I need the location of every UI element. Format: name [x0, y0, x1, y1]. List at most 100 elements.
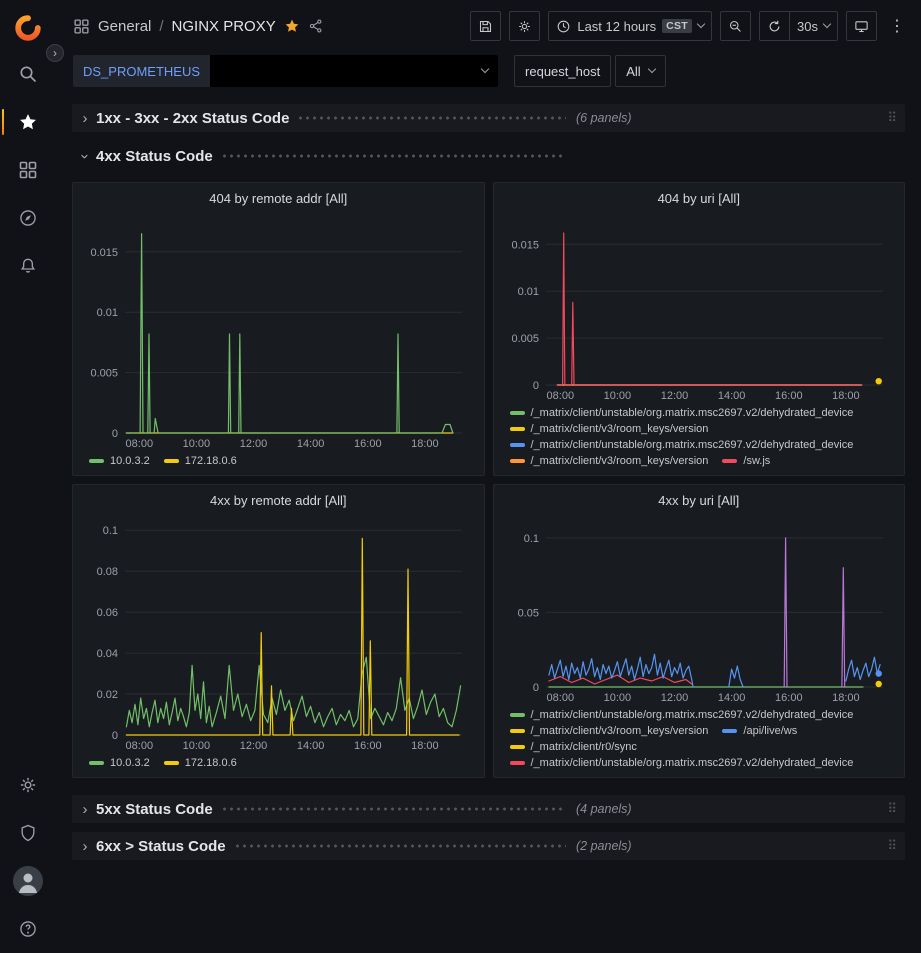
legend-item[interactable]: 172.18.0.6	[164, 757, 237, 769]
sidebar-item-configuration[interactable]	[0, 761, 55, 809]
legend-item[interactable]: 10.0.3.2	[89, 757, 150, 769]
time-series-chart[interactable]: 00.0050.010.01508:0010:0012:0014:0016:00…	[81, 210, 476, 451]
legend-item[interactable]: /_matrix/client/unstable/org.matrix.msc2…	[510, 757, 854, 769]
kebab-menu-button[interactable]: ⋮	[885, 11, 909, 41]
save-icon	[478, 19, 493, 34]
svg-text:0.1: 0.1	[523, 533, 538, 545]
tv-mode-button[interactable]	[846, 11, 877, 41]
sidebar-item-dashboards[interactable]	[0, 146, 55, 194]
legend-series-label: 172.18.0.6	[185, 455, 237, 467]
time-range-label: Last 12 hours	[577, 19, 656, 34]
row-drag-handle[interactable]: ⠿	[887, 110, 899, 126]
dashboard-row-1xx-3xx-2xx[interactable]: › 1xx - 3xx - 2xx Status Code (6 panels)…	[72, 104, 905, 132]
chevron-down-icon: ›	[77, 149, 94, 163]
breadcrumb-separator: /	[159, 18, 163, 35]
expand-sidebar-button[interactable]: ›	[46, 44, 64, 62]
svg-text:0: 0	[112, 730, 118, 742]
refresh-interval-picker[interactable]: 30s	[790, 11, 838, 41]
request-host-variable-label: request_host	[514, 55, 611, 87]
svg-text:0.015: 0.015	[511, 239, 539, 251]
row-dotted-leader	[221, 148, 566, 164]
panel-title[interactable]: 4xx by remote addr [All]	[81, 490, 476, 512]
time-series-chart[interactable]: 00.050.108:0010:0012:0014:0016:0018:00	[502, 512, 897, 705]
legend-series-swatch	[164, 459, 179, 463]
chevron-right-icon: ›	[78, 110, 92, 127]
svg-text:08:00: 08:00	[546, 390, 574, 402]
legend-item[interactable]: /_matrix/client/v3/room_keys/version	[510, 423, 709, 435]
dashboard-row-5xx[interactable]: › 5xx Status Code (4 panels) ⠿	[72, 795, 905, 823]
favorite-star-icon[interactable]	[284, 18, 300, 34]
chevron-right-icon: ›	[78, 838, 92, 855]
legend-series-swatch	[164, 761, 179, 765]
legend-item[interactable]: /_matrix/client/v3/room_keys/version	[510, 455, 709, 467]
svg-text:0.02: 0.02	[97, 689, 118, 701]
sidebar-item-help[interactable]	[0, 905, 55, 953]
svg-text:10:00: 10:00	[183, 740, 211, 752]
sidebar-item-server-admin[interactable]	[0, 809, 55, 857]
sidebar-item-starred[interactable]	[0, 98, 55, 146]
clock-icon	[556, 19, 571, 34]
legend-series-swatch	[510, 713, 525, 717]
svg-text:0.015: 0.015	[90, 247, 118, 259]
legend-series-label: /_matrix/client/v3/room_keys/version	[531, 423, 709, 435]
chevron-right-icon: ›	[78, 801, 92, 818]
svg-text:10:00: 10:00	[603, 692, 631, 704]
dashboard-row-4xx[interactable]: › 4xx Status Code	[72, 142, 905, 170]
sidebar-item-explore[interactable]	[0, 194, 55, 242]
panel-4xx-by-remote-addr: 4xx by remote addr [All] 0 0.02 0.04 0.06 0.…	[72, 484, 485, 778]
panel-title[interactable]: 404 by remote addr [All]	[81, 188, 476, 210]
breadcrumb-section[interactable]: General	[98, 18, 151, 35]
legend-series-label: /api/live/ws	[743, 725, 797, 737]
svg-text:0.005: 0.005	[90, 368, 118, 380]
time-series-chart[interactable]: 00.020.040.060.080.108:0010:0012:0014:00…	[81, 512, 476, 753]
row-dotted-leader	[297, 110, 566, 126]
sidebar-item-profile[interactable]	[0, 857, 55, 905]
legend-series-label: /_matrix/client/v3/room_keys/version	[531, 455, 709, 467]
zoom-out-icon	[728, 19, 743, 34]
svg-text:12:00: 12:00	[660, 390, 688, 402]
datasource-variable-select[interactable]	[210, 55, 498, 87]
time-series-chart[interactable]: 00.0050.010.01508:0010:0012:0014:0016:00…	[502, 210, 897, 403]
svg-text:0.06: 0.06	[97, 607, 118, 619]
svg-text:16:00: 16:00	[354, 740, 382, 752]
bell-icon	[18, 256, 38, 276]
legend-item[interactable]: /_matrix/client/r0/sync	[510, 741, 637, 753]
row-panel-count: (6 panels)	[576, 111, 632, 125]
legend-series-swatch	[89, 459, 104, 463]
dashboard-header: General / NGINX PROXY	[55, 0, 921, 52]
svg-text:0.04: 0.04	[97, 648, 118, 660]
panel-title[interactable]: 4xx by uri [All]	[502, 490, 897, 512]
sidebar-item-home[interactable]	[0, 6, 55, 50]
row-drag-handle[interactable]: ⠿	[887, 801, 899, 817]
legend-item[interactable]: /_matrix/client/unstable/org.matrix.msc2…	[510, 709, 854, 721]
legend-series-label: /sw.js	[743, 455, 770, 467]
sidebar-spacer	[0, 290, 55, 761]
svg-text:0.1: 0.1	[103, 525, 118, 537]
legend-series-swatch	[510, 761, 525, 765]
dashboard-settings-button[interactable]	[509, 11, 540, 41]
legend-item[interactable]: /_matrix/client/unstable/org.matrix.msc2…	[510, 439, 854, 451]
legend-item[interactable]: /sw.js	[722, 455, 770, 467]
legend-item[interactable]: 10.0.3.2	[89, 455, 150, 467]
panel-title[interactable]: 404 by uri [All]	[502, 188, 897, 210]
dashboard-row-6xx[interactable]: › 6xx > Status Code (2 panels) ⠿	[72, 832, 905, 860]
svg-text:0.05: 0.05	[517, 607, 538, 619]
legend-series-label: 10.0.3.2	[110, 757, 150, 769]
panel-legend: 10.0.3.2 172.18.0.6	[81, 753, 476, 771]
legend-item[interactable]: /_matrix/client/v3/room_keys/version	[510, 725, 709, 737]
legend-item[interactable]: /_matrix/client/unstable/org.matrix.msc2…	[510, 407, 854, 419]
legend-item[interactable]: /api/live/ws	[722, 725, 797, 737]
datasource-variable: DS_PROMETHEUS	[73, 55, 498, 87]
panel-404-by-remote-addr: 404 by remote addr [All] 00.0050.010.015…	[72, 182, 485, 476]
save-dashboard-button[interactable]	[470, 11, 501, 41]
refresh-interval-label: 30s	[797, 19, 818, 34]
share-icon[interactable]	[308, 18, 324, 34]
request-host-variable-select[interactable]: All	[615, 55, 665, 87]
row-title: 5xx Status Code	[96, 801, 213, 818]
row-drag-handle[interactable]: ⠿	[887, 838, 899, 854]
sidebar-item-alerting[interactable]	[0, 242, 55, 290]
refresh-button[interactable]	[759, 11, 790, 41]
time-range-picker[interactable]: Last 12 hours CST	[548, 11, 712, 41]
zoom-out-button[interactable]	[720, 11, 751, 41]
legend-item[interactable]: 172.18.0.6	[164, 455, 237, 467]
